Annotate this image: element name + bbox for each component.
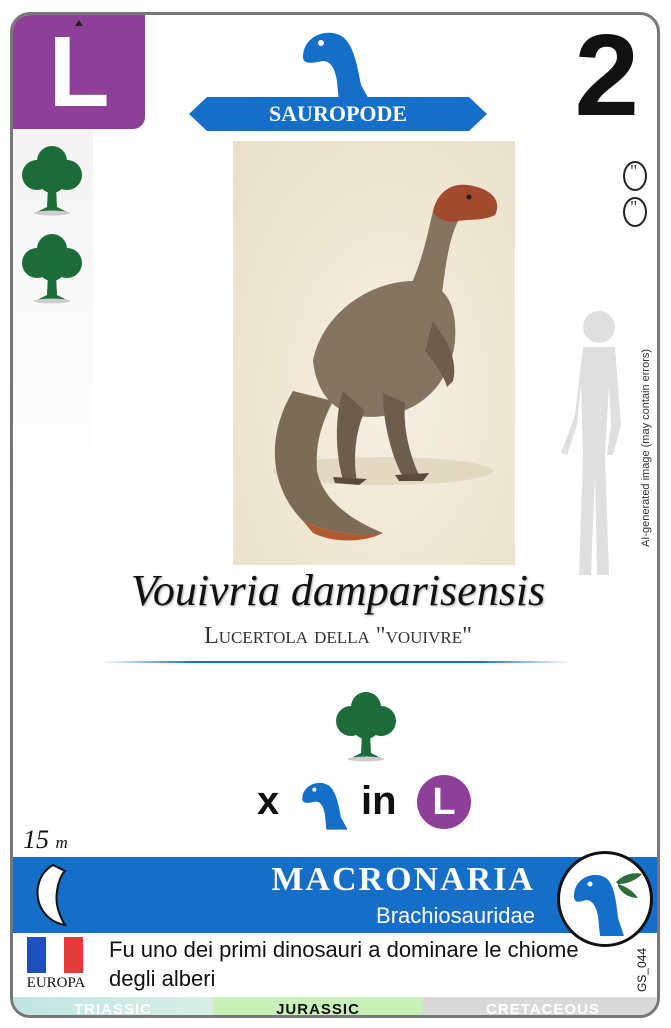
clade-name: MACRONARIA: [271, 861, 535, 898]
tree-icon: [22, 146, 82, 216]
claw-icon: [36, 863, 67, 927]
france-flag-icon: [27, 937, 84, 973]
formula-in: in: [361, 779, 397, 823]
formula-times: x: [257, 779, 280, 823]
tree-icon: [22, 234, 82, 304]
period-bar: TRIASSIC JURASSIC CRETACEOUS: [13, 997, 657, 1015]
human-silhouette-icon: [561, 311, 621, 575]
card-code: GS_044: [635, 947, 649, 993]
tree-icon: [336, 692, 396, 762]
sauropod-leaf-icon: [574, 873, 642, 936]
formula-letter-badge: L: [417, 775, 471, 829]
common-name: Lucertola della "vouivre": [204, 623, 472, 649]
length: 15 m: [23, 825, 68, 855]
egg-icon: [623, 197, 647, 227]
period-triassic: TRIASSIC: [13, 997, 213, 1015]
continent: EUROPA: [26, 975, 86, 991]
period-cretaceous: CRETACEOUS: [423, 997, 657, 1015]
vouivria-illustration-icon: [273, 184, 498, 541]
description: Fu uno dei primi dinosauri a dominare le…: [109, 937, 579, 991]
scientific-name: Vouivria damparisensis: [130, 566, 546, 615]
sauropod-head-icon: [302, 782, 348, 830]
family-name: Brachiosauridae: [376, 903, 535, 928]
sauropod-head-icon: [303, 32, 371, 103]
formula-letter: L: [432, 780, 456, 823]
egg-icon: [623, 161, 647, 191]
clade-badge: [557, 851, 653, 947]
divider: [101, 661, 571, 663]
length-unit: m: [55, 833, 68, 852]
egg-count: [623, 161, 647, 233]
dinosaur-card: L SAUROPODE 2 " " AI-generated image (ma…: [10, 12, 660, 1018]
ai-generated-note: AI-generated image (may contain errors): [640, 348, 652, 548]
group-label: SAUROPODE: [268, 101, 408, 126]
dinosaur-illustration: [233, 141, 515, 565]
habitat-panel: [13, 129, 93, 499]
card-number: 2: [574, 12, 639, 140]
category-letter-box: L: [13, 15, 145, 129]
period-jurassic: JURASSIC: [213, 997, 423, 1015]
category-letter: L: [48, 16, 110, 128]
length-value: 15: [23, 825, 49, 854]
